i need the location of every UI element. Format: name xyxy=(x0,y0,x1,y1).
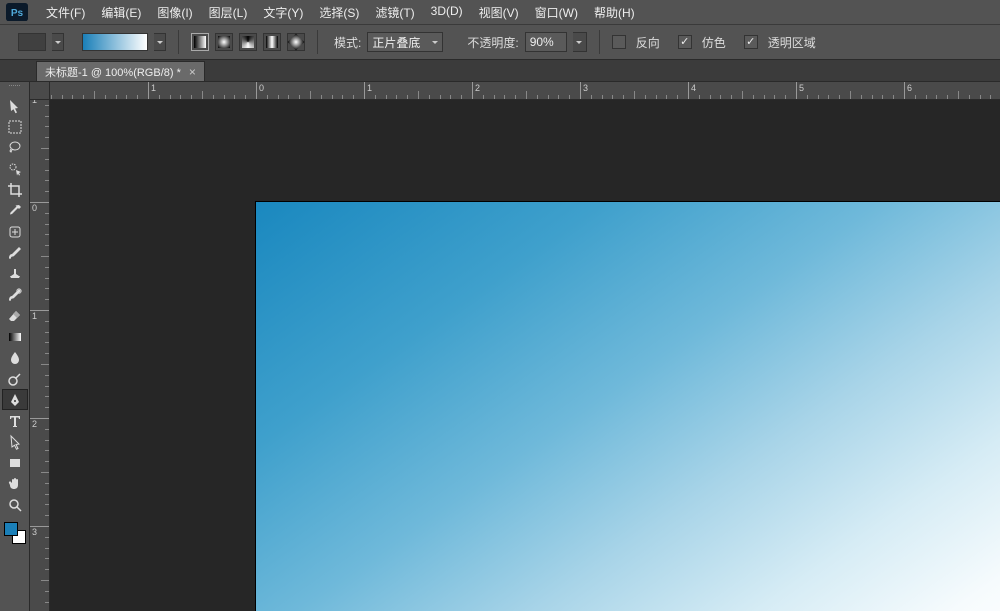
gradient-picker-dropdown[interactable] xyxy=(154,33,166,51)
type-tool[interactable] xyxy=(2,410,28,431)
workspace: 2101234567 101234 xyxy=(0,82,1000,611)
menu-item[interactable]: 3D(D) xyxy=(423,1,471,24)
divider xyxy=(178,30,179,54)
gradient-type-diamond[interactable] xyxy=(287,33,305,51)
gradient-type-linear[interactable] xyxy=(191,33,209,51)
gradient-tool[interactable] xyxy=(2,326,28,347)
canvas-viewport[interactable] xyxy=(50,100,1000,611)
canvas[interactable] xyxy=(256,202,1000,611)
reverse-label: 反向 xyxy=(636,34,660,51)
options-bar: 模式: 正片叠底 不透明度: 90% 反向 仿色 透明区域 xyxy=(0,24,1000,60)
clone-stamp-tool[interactable] xyxy=(2,263,28,284)
mode-label: 模式: xyxy=(334,34,361,51)
divider xyxy=(317,30,318,54)
foreground-color-swatch[interactable] xyxy=(4,522,18,536)
move-tool[interactable] xyxy=(2,95,28,116)
rectangle-tool[interactable] xyxy=(2,452,28,473)
color-swatches[interactable] xyxy=(4,522,26,544)
marquee-tool[interactable] xyxy=(2,116,28,137)
menu-bar: Ps 文件(F)编辑(E)图像(I)图层(L)文字(Y)选择(S)滤镜(T)3D… xyxy=(0,0,1000,24)
mode-value: 正片叠底 xyxy=(372,34,420,51)
zoom-tool[interactable] xyxy=(2,494,28,515)
history-brush-tool[interactable] xyxy=(2,284,28,305)
opacity-value: 90% xyxy=(530,35,554,49)
hand-tool[interactable] xyxy=(2,473,28,494)
panel-grip-icon[interactable] xyxy=(2,84,28,92)
transparency-label: 透明区域 xyxy=(768,34,816,51)
dodge-tool[interactable] xyxy=(2,368,28,389)
tool-preset-swatch[interactable] xyxy=(18,33,46,51)
menu-item[interactable]: 选择(S) xyxy=(311,1,367,24)
brush-tool[interactable] xyxy=(2,242,28,263)
eyedropper-tool[interactable] xyxy=(2,200,28,221)
document-tab-title: 未标题-1 @ 100%(RGB/8) * xyxy=(45,64,181,80)
document-tab[interactable]: 未标题-1 @ 100%(RGB/8) * × xyxy=(36,61,205,81)
menu-item[interactable]: 滤镜(T) xyxy=(367,1,422,24)
ruler-origin[interactable] xyxy=(30,82,50,100)
close-tab-icon[interactable]: × xyxy=(189,66,196,78)
eraser-tool[interactable] xyxy=(2,305,28,326)
tool-panel xyxy=(0,82,30,611)
pen-tool[interactable] xyxy=(2,389,28,410)
document-tab-bar: 未标题-1 @ 100%(RGB/8) * × xyxy=(0,60,1000,82)
opacity-input[interactable]: 90% xyxy=(525,32,567,52)
gradient-type-radial[interactable] xyxy=(215,33,233,51)
quick-select-tool[interactable] xyxy=(2,158,28,179)
healing-brush-tool[interactable] xyxy=(2,221,28,242)
crop-tool[interactable] xyxy=(2,179,28,200)
divider xyxy=(599,30,600,54)
menu-item[interactable]: 图层(L) xyxy=(201,1,256,24)
path-select-tool[interactable] xyxy=(2,431,28,452)
reverse-checkbox[interactable] xyxy=(612,35,626,49)
menu-item[interactable]: 文件(F) xyxy=(38,1,93,24)
lasso-tool[interactable] xyxy=(2,137,28,158)
svg-text:Ps: Ps xyxy=(11,8,24,19)
vertical-ruler[interactable]: 101234 xyxy=(30,100,50,611)
menu-item[interactable]: 窗口(W) xyxy=(527,1,586,24)
gradient-type-angle[interactable] xyxy=(239,33,257,51)
blur-tool[interactable] xyxy=(2,347,28,368)
dither-label: 仿色 xyxy=(702,34,726,51)
transparency-checkbox[interactable] xyxy=(744,35,758,49)
menu-item[interactable]: 文字(Y) xyxy=(255,1,311,24)
mode-select[interactable]: 正片叠底 xyxy=(367,32,443,52)
opacity-label: 不透明度: xyxy=(467,34,518,51)
menu-item[interactable]: 视图(V) xyxy=(471,1,527,24)
gradient-type-reflected[interactable] xyxy=(263,33,281,51)
document-area: 2101234567 101234 xyxy=(30,82,1000,611)
gradient-preview[interactable] xyxy=(82,33,148,51)
menu-item[interactable]: 编辑(E) xyxy=(93,1,149,24)
opacity-slider-dropdown[interactable] xyxy=(573,32,587,52)
app-logo-icon: Ps xyxy=(6,3,28,21)
tool-preset-dropdown[interactable] xyxy=(52,33,64,51)
menu-item[interactable]: 帮助(H) xyxy=(586,1,643,24)
horizontal-ruler[interactable]: 2101234567 xyxy=(50,82,1000,100)
dither-checkbox[interactable] xyxy=(678,35,692,49)
menu-item[interactable]: 图像(I) xyxy=(149,1,200,24)
